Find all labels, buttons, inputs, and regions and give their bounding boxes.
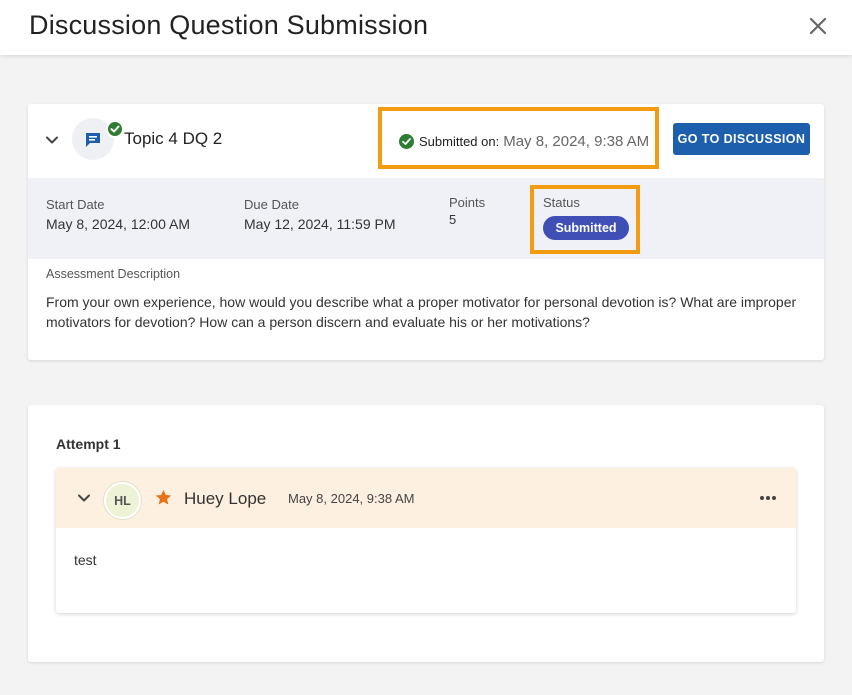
assessment-description-text: From your own experience, how would you … [46, 294, 797, 330]
chat-icon [86, 133, 100, 147]
dialog-title: Discussion Question Submission [29, 10, 429, 40]
start-date-value: May 8, 2024, 12:00 AM [46, 216, 190, 232]
topic-title: Topic 4 DQ 2 [124, 129, 223, 148]
chevron-down-icon[interactable] [76, 490, 92, 506]
dialog-header: Discussion Question Submission [0, 0, 852, 55]
status-highlight: Status Submitted [530, 185, 640, 254]
due-date-label: Due Date [244, 197, 299, 212]
status-badge: Submitted [543, 216, 629, 240]
due-date-value: May 12, 2024, 11:59 PM [244, 216, 396, 232]
chevron-down-icon[interactable] [44, 132, 60, 148]
attempt-header: HL Huey Lope May 8, 2024, 9:38 AM [56, 468, 796, 528]
more-options-icon[interactable] [758, 490, 778, 506]
attempt-date: May 8, 2024, 9:38 AM [288, 491, 415, 506]
points-label: Points [449, 195, 486, 210]
check-badge-icon [106, 120, 124, 138]
submitted-on-label: Submitted on: [419, 134, 500, 149]
points-value: 5 [449, 212, 457, 227]
attempt-body-text: test [74, 552, 97, 568]
submitted-on-value: May 8, 2024, 9:38 AM [503, 133, 650, 150]
status-label: Status [543, 195, 580, 210]
user-name: Huey Lope [184, 489, 267, 508]
close-icon[interactable] [806, 14, 830, 38]
topic-card: Topic 4 DQ 2 Submitted on: May 8, 2024, … [28, 104, 824, 360]
attempt-section: Attempt 1 HL Huey Lope May 8, 2024, 9:38… [28, 405, 824, 662]
go-to-discussion-button[interactable]: GO TO DISCUSSION [673, 123, 810, 155]
submitted-on-highlight: Submitted on: May 8, 2024, 9:38 AM [378, 107, 659, 169]
check-circle-icon [399, 134, 414, 149]
start-date-label: Start Date [46, 197, 105, 212]
attempt-card: HL Huey Lope May 8, 2024, 9:38 AM test [56, 468, 796, 613]
assessment-info: Start Date May 8, 2024, 12:00 AM Due Dat… [28, 178, 824, 259]
star-icon [154, 488, 173, 512]
assessment-description-label: Assessment Description [46, 267, 181, 281]
attempt-label: Attempt 1 [56, 436, 121, 452]
avatar: HL [104, 482, 141, 519]
